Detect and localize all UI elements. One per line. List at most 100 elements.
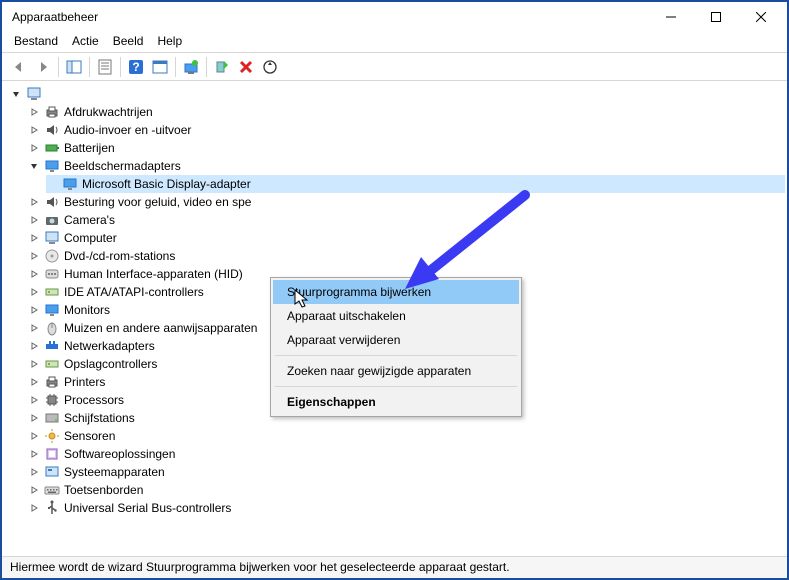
forward-button[interactable] — [32, 56, 54, 78]
tree-item-label: Dvd-/cd-rom-stations — [64, 249, 175, 263]
tree-item[interactable]: Audio-invoer en -uitvoer — [28, 121, 785, 139]
window-title: Apparaatbeheer — [12, 10, 648, 24]
help-button[interactable]: ? — [125, 56, 147, 78]
system-icon — [44, 464, 60, 480]
tree-item[interactable]: Beeldschermadapters — [28, 157, 785, 175]
tree-item[interactable]: Afdrukwachtrijen — [28, 103, 785, 121]
enable-device-button[interactable] — [211, 56, 233, 78]
toolbar: ? — [2, 53, 787, 81]
chevron-right-icon[interactable] — [28, 106, 40, 118]
toolbar-separator — [58, 57, 59, 77]
tree-item-label: Afdrukwachtrijen — [64, 105, 153, 119]
tree-item[interactable]: Computer — [28, 229, 785, 247]
computer-icon — [44, 230, 60, 246]
action-button[interactable] — [149, 56, 171, 78]
tree-item[interactable]: Toetsenborden — [28, 481, 785, 499]
chevron-right-icon[interactable] — [28, 448, 40, 460]
chevron-right-icon[interactable] — [28, 214, 40, 226]
minimize-button[interactable] — [648, 3, 693, 31]
menu-view[interactable]: Beeld — [113, 34, 144, 48]
chevron-down-icon[interactable] — [28, 160, 40, 172]
chevron-right-icon[interactable] — [28, 430, 40, 442]
update-driver-button[interactable] — [180, 56, 202, 78]
chevron-right-icon[interactable] — [28, 376, 40, 388]
show-hide-button[interactable] — [63, 56, 85, 78]
tree-item-label: Human Interface-apparaten (HID) — [64, 267, 243, 281]
chevron-right-icon[interactable] — [28, 394, 40, 406]
chevron-right-icon[interactable] — [28, 502, 40, 514]
scan-hardware-button[interactable] — [259, 56, 281, 78]
tree-item-label: Universal Serial Bus-controllers — [64, 501, 231, 515]
display-icon — [44, 158, 60, 174]
tree-item[interactable]: Dvd-/cd-rom-stations — [28, 247, 785, 265]
audio-icon — [44, 122, 60, 138]
titlebar: Apparaatbeheer — [2, 2, 787, 32]
menubar: Bestand Actie Beeld Help — [2, 32, 787, 53]
software-icon — [44, 446, 60, 462]
toolbar-separator — [175, 57, 176, 77]
menu-help[interactable]: Help — [157, 34, 182, 48]
tree-root-node[interactable] — [10, 85, 785, 103]
toolbar-separator — [206, 57, 207, 77]
device-tree-panel: Afdrukwachtrijen Audio-invoer en -uitvoer… — [2, 81, 787, 555]
tree-item[interactable]: Systeemapparaten — [28, 463, 785, 481]
chevron-right-icon[interactable] — [28, 304, 40, 316]
chevron-right-icon[interactable] — [28, 484, 40, 496]
tree-item-label: Systeemapparaten — [64, 465, 165, 479]
properties-button[interactable] — [94, 56, 116, 78]
svg-text:?: ? — [132, 60, 139, 74]
chevron-right-icon[interactable] — [28, 268, 40, 280]
battery-icon — [44, 140, 60, 156]
ctx-disable-device[interactable]: Apparaat uitschakelen — [273, 304, 519, 328]
printer-icon — [44, 374, 60, 390]
menu-action[interactable]: Actie — [72, 34, 99, 48]
camera-icon — [44, 212, 60, 228]
tree-item[interactable]: Batterijen — [28, 139, 785, 157]
chevron-right-icon[interactable] — [28, 322, 40, 334]
chevron-right-icon[interactable] — [28, 124, 40, 136]
back-button[interactable] — [8, 56, 30, 78]
ctx-uninstall-device[interactable]: Apparaat verwijderen — [273, 328, 519, 352]
close-button[interactable] — [738, 3, 783, 31]
chevron-right-icon[interactable] — [28, 412, 40, 424]
ctx-separator — [275, 386, 517, 387]
network-icon — [44, 338, 60, 354]
chevron-right-icon[interactable] — [28, 232, 40, 244]
chevron-right-icon[interactable] — [28, 358, 40, 370]
processor-icon — [44, 392, 60, 408]
uninstall-device-button[interactable] — [235, 56, 257, 78]
tree-item[interactable]: Besturing voor geluid, video en spe — [28, 193, 785, 211]
chevron-right-icon[interactable] — [28, 340, 40, 352]
ctx-scan-changes[interactable]: Zoeken naar gewijzigde apparaten — [273, 359, 519, 383]
tree-item-label: Besturing voor geluid, video en spe — [64, 195, 251, 209]
tree-item-label: Beeldschermadapters — [64, 159, 181, 173]
ctx-separator — [275, 355, 517, 356]
tree-item-label: Opslagcontrollers — [64, 357, 157, 371]
tree-item[interactable]: Sensoren — [28, 427, 785, 445]
tree-item[interactable]: Softwareoplossingen — [28, 445, 785, 463]
maximize-button[interactable] — [693, 3, 738, 31]
chevron-right-icon[interactable] — [28, 196, 40, 208]
toolbar-separator — [120, 57, 121, 77]
print-queue-icon — [44, 104, 60, 120]
tree-item-label: Processors — [64, 393, 124, 407]
display-icon — [62, 176, 78, 192]
chevron-right-icon[interactable] — [28, 466, 40, 478]
tree-item[interactable]: Camera's — [28, 211, 785, 229]
computer-icon — [26, 86, 42, 102]
usb-icon — [44, 500, 60, 516]
storage-icon — [44, 356, 60, 372]
hid-icon — [44, 266, 60, 282]
tree-item[interactable]: Microsoft Basic Display-adapter — [46, 175, 785, 193]
chevron-right-icon[interactable] — [28, 250, 40, 262]
chevron-right-icon[interactable] — [28, 286, 40, 298]
statusbar: Hiermee wordt de wizard Stuurprogramma b… — [2, 556, 787, 578]
ctx-properties[interactable]: Eigenschappen — [273, 390, 519, 414]
keyboard-icon — [44, 482, 60, 498]
menu-file[interactable]: Bestand — [14, 34, 58, 48]
ctx-update-driver[interactable]: Stuurprogramma bijwerken — [273, 280, 519, 304]
chevron-placeholder — [46, 178, 58, 190]
chevron-down-icon[interactable] — [10, 88, 22, 100]
chevron-right-icon[interactable] — [28, 142, 40, 154]
tree-item[interactable]: Universal Serial Bus-controllers — [28, 499, 785, 517]
